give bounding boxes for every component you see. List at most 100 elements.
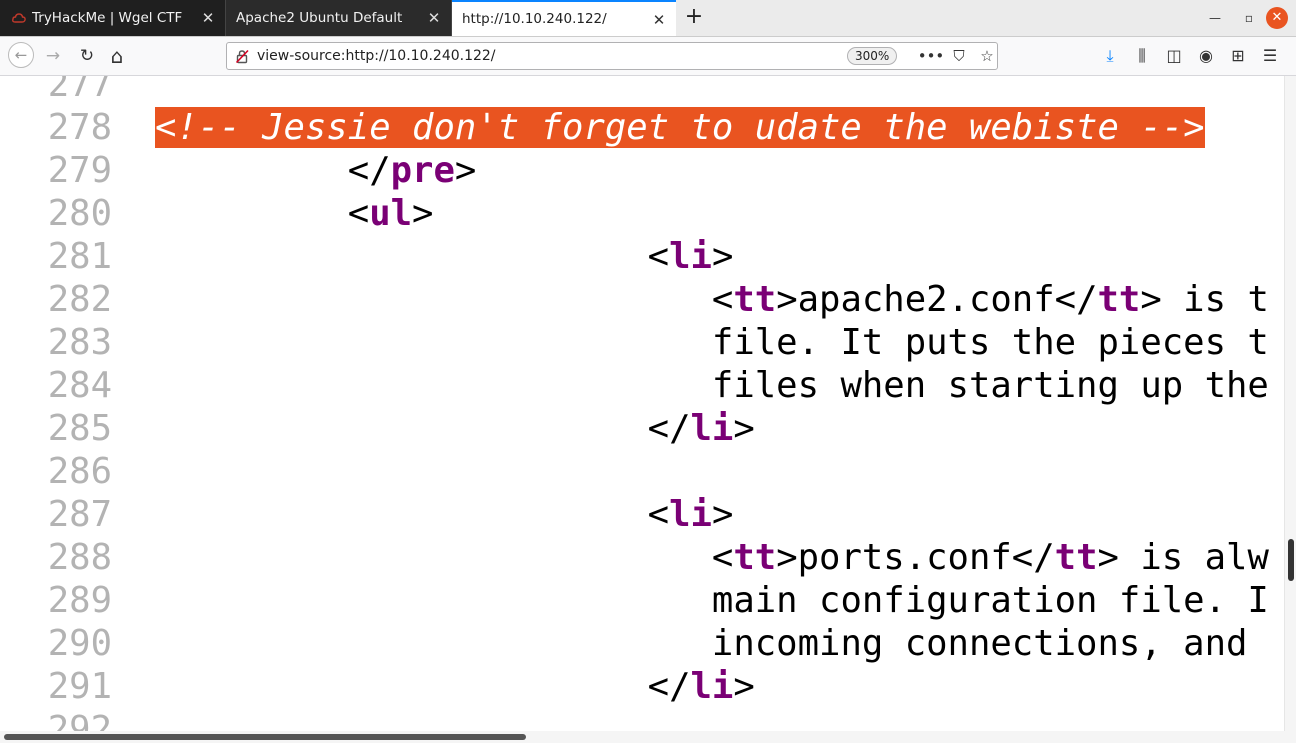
source-line: 287 <li> [0,493,1284,536]
tag-name: tt [733,537,777,578]
html-comment: <!-- Jessie don't forget to udate the we… [155,107,1205,148]
tab-label: http://10.10.240.122/ [462,11,607,27]
source-code: <tt>apache2.conf</tt> is t [155,278,1269,321]
tag-name: pre [390,150,455,191]
line-number: 282 [47,279,112,320]
home-button[interactable]: ⌂ [104,44,130,68]
line-number: 291 [47,666,112,707]
source-line: 281 <li> [0,235,1284,278]
close-tab-icon[interactable]: ✕ [199,9,217,27]
source-line: 283 file. It puts the pieces t [0,321,1284,364]
window-controls: — ▫ ✕ [1198,0,1296,36]
page-actions: ••• ⛉ ☆ [917,45,1001,67]
source-text: < [647,494,670,535]
sidebar-icon[interactable]: ◫ [1158,44,1190,68]
line-number: 287 [47,494,112,535]
source-text: > [711,236,734,277]
source-text: < [347,193,370,234]
tag-name: tt [1054,537,1098,578]
pocket-icon[interactable]: ⛉ [945,45,973,67]
account-icon[interactable]: ◉ [1190,44,1222,68]
source-text: > [711,494,734,535]
tab-view-source[interactable]: http://10.10.240.122/ ✕ [452,0,676,36]
back-button[interactable]: ← [8,42,34,68]
downloads-icon[interactable]: ⤓ [1094,44,1126,68]
line-number: 280 [47,193,112,234]
source-text: </ [647,408,691,449]
source-line: 292 [0,708,1284,731]
horizontal-scrollbar[interactable] [0,731,1296,743]
source-text: </ [647,666,691,707]
source-line: 285 </li> [0,407,1284,450]
source-line: 278 <!-- Jessie don't forget to udate the… [0,106,1284,149]
vertical-scroll-thumb[interactable] [1288,539,1294,581]
forward-button[interactable]: → [40,44,66,68]
source-line: 279 </pre> [0,149,1284,192]
source-text: < [711,537,734,578]
tag-name: li [690,666,734,707]
source-code: <li> [155,493,734,536]
vertical-scrollbar[interactable] [1284,76,1296,731]
maximize-icon[interactable]: ▫ [1232,11,1266,25]
source-text: > [733,666,755,707]
tag-name: tt [1097,279,1141,320]
line-number: 283 [47,322,112,363]
source-text: </ [347,150,391,191]
source-code: <li> [155,235,734,278]
page-actions-menu-icon[interactable]: ••• [917,45,945,67]
library-icon[interactable]: ⫼ [1126,44,1158,68]
source-line: 290 incoming connections, and [0,622,1284,665]
navigation-toolbar: ← → ↻ ⌂ view-source:http://10.10.240.122… [0,37,1296,76]
horizontal-scroll-thumb[interactable] [4,734,526,740]
line-number: 292 [47,709,112,731]
zoom-reset-button[interactable]: 300% [847,47,898,65]
close-tab-icon[interactable]: ✕ [425,9,443,27]
url-text[interactable]: view-source:http://10.10.240.122/ [257,48,496,64]
menu-icon[interactable]: ☰ [1254,44,1286,68]
source-text: > [454,150,477,191]
new-tab-button[interactable]: + [682,5,706,29]
tab-apache-default[interactable]: Apache2 Ubuntu Default Page: It works ✕ [226,0,452,36]
line-number: 281 [47,236,112,277]
source-code: files when starting up the [155,364,1269,407]
source-code: </pre> [155,149,477,192]
close-tab-icon[interactable]: ✕ [650,11,668,29]
source-code: <ul> [155,192,434,235]
source-code: </li> [155,665,755,708]
source-text: > is t [1140,279,1269,320]
source-code: </li> [155,407,755,450]
line-number: 285 [47,408,112,449]
source-text: main configuration file. I [711,580,1269,621]
source-line: 286 [0,450,1284,493]
source-line: 280 <ul> [0,192,1284,235]
source-text: > is alw [1097,537,1269,578]
source-line: 277 [0,76,1284,106]
line-number: 290 [47,623,112,664]
extension-icon[interactable]: ⊞ [1222,44,1254,68]
line-number: 284 [47,365,112,406]
url-bar[interactable]: view-source:http://10.10.240.122/ 300% •… [226,42,998,70]
tab-tryhackme[interactable]: TryHackMe | Wgel CTF ✕ [0,0,226,36]
reload-button[interactable]: ↻ [74,44,100,68]
bookmark-star-icon[interactable]: ☆ [973,45,1001,67]
source-text: file. It puts the pieces t [711,322,1269,363]
source-line: 289 main configuration file. I [0,579,1284,622]
source-line: 288 <tt>ports.conf</tt> is alw [0,536,1284,579]
line-number: 286 [47,451,112,492]
source-code: main configuration file. I [155,579,1269,622]
insecure-lock-icon[interactable] [235,49,250,64]
line-number: 279 [47,150,112,191]
minimize-icon[interactable]: — [1198,11,1232,25]
tab-strip: TryHackMe | Wgel CTF ✕ Apache2 Ubuntu De… [0,0,1296,37]
source-view: 277 278 <!-- Jessie don't forget to udate … [0,76,1284,731]
source-text: >ports.conf</ [776,537,1055,578]
window-close-icon[interactable]: ✕ [1266,7,1288,29]
toolbar-buttons: ⤓ ⫼ ◫ ◉ ⊞ ☰ [1094,44,1286,68]
